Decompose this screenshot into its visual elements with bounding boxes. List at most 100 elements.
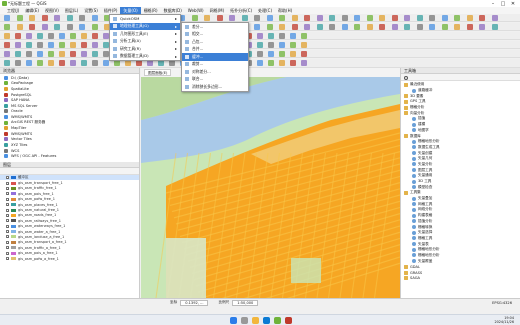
geoprocessing-item[interactable]: 裁剪... [182,61,248,69]
toolbar-tool-icon[interactable] [290,33,296,39]
toolbar-tool-icon[interactable] [379,24,385,30]
toolbar-tool-icon[interactable] [59,51,65,57]
toolbar-tool-icon[interactable] [416,24,423,30]
layer-visibility-checkbox[interactable]: ✓ [6,181,10,185]
toolbar-tool-icon[interactable] [379,15,385,21]
menu-9[interactable]: Web(W) [185,7,207,14]
toolbar-tool-icon[interactable] [81,51,87,57]
toolbar-tool-icon[interactable] [329,15,335,21]
menu-6[interactable]: 矢量(O) [120,7,141,14]
file-explorer-icon[interactable] [252,317,259,324]
toolbar-tool-icon[interactable] [266,24,273,30]
toolbar-tool-icon[interactable] [316,24,323,30]
toolbar-tool-icon[interactable] [291,15,298,21]
toolbar-tool-icon[interactable] [26,42,32,48]
menu-3[interactable]: 图层(L) [62,7,81,14]
close-button[interactable]: ✕ [508,0,518,7]
toolbar-tool-icon[interactable] [391,24,398,30]
toolbar-tool-icon[interactable] [15,51,21,57]
geoprocessing-item[interactable]: 合并... [182,46,248,54]
geoprocessing-item[interactable]: 相交... [182,31,248,39]
toolbar-tool-icon[interactable] [391,15,398,21]
layer-visibility-checkbox[interactable]: ✓ [6,257,10,261]
toolbar-tool-icon[interactable] [81,60,87,66]
geoprocessing-item[interactable]: 凸包... [182,38,248,46]
start-icon[interactable] [230,317,237,324]
toolbar-tool-icon[interactable] [466,24,473,30]
toolbar-tool-icon[interactable] [15,60,21,66]
toolbar-tool-icon[interactable] [257,42,263,48]
qgis-taskbar-icon[interactable] [274,317,281,324]
toolbar-tool-icon[interactable] [416,15,423,21]
toolbar-tool-icon[interactable] [479,24,485,30]
geoprocessing-item[interactable]: 联合... [182,76,248,84]
menu-7[interactable]: 栅格(R) [141,7,161,14]
toolbar-tool-icon[interactable] [466,15,473,21]
layer-visibility-checkbox[interactable]: ✓ [6,208,10,212]
toolbar-tool-icon[interactable] [290,60,296,66]
toolbar-tool-icon[interactable] [366,24,373,30]
toolbar-tool-icon[interactable] [37,33,43,39]
toolbar-tool-icon[interactable] [91,24,98,30]
toolbar-tool-icon[interactable] [4,51,10,57]
map-canvas[interactable] [141,68,400,298]
geoprocessing-item[interactable]: 缓冲... [182,53,248,61]
toolbar-tool-icon[interactable] [15,33,21,39]
edge-icon[interactable] [263,317,270,324]
tab-layer-panel[interactable]: 图层面板(E) [144,69,172,76]
toolbar-tool-icon[interactable] [4,60,10,66]
menu-0[interactable]: 工程(J) [4,7,22,14]
toolbar-tool-icon[interactable] [241,15,248,21]
menu-5[interactable]: 插件(P) [101,7,121,14]
toolbar-tool-icon[interactable] [191,15,198,21]
toolbar-tool-icon[interactable] [66,24,73,30]
toolbar-tool-icon[interactable] [4,24,10,30]
toolbar-tool-icon[interactable] [4,15,10,21]
toolbar-tool-icon[interactable] [91,15,98,21]
scale-value[interactable]: 1:50,000 [232,299,259,306]
layer-visibility-checkbox[interactable]: ✓ [6,246,10,250]
toolbar-tool-icon[interactable] [301,51,307,57]
toolbar-tool-icon[interactable] [268,33,274,39]
toolbar-tool-icon[interactable] [29,15,35,21]
toolbar-tool-icon[interactable] [441,15,448,21]
toolbar-tool-icon[interactable] [279,33,285,39]
toolbar-tool-icon[interactable] [92,60,98,66]
toolbar-tool-icon[interactable] [70,33,76,39]
browser-item[interactable]: WFS / OGC API - Features [0,153,139,159]
layer-row[interactable]: ✓ gis_osm_pofw_a_free_1 [0,256,139,261]
toolbar-tool-icon[interactable] [15,42,21,48]
layer-visibility-checkbox[interactable]: ✓ [6,213,10,217]
toolbar-tool-icon[interactable] [37,42,43,48]
menu-1[interactable]: 编辑(E) [22,7,42,14]
toolbar-tool-icon[interactable] [291,24,298,30]
toolbar-tool-icon[interactable] [429,24,435,30]
geoprocessing-item[interactable]: 消除狭长多边形... [182,83,248,91]
toolbar-tool-icon[interactable] [491,24,498,30]
vector-menu-item[interactable]: 地理处理工具(G) ▸ [110,22,180,30]
toolbar-tool-icon[interactable] [54,24,60,30]
toolbar-tool-icon[interactable] [54,15,60,21]
layer-visibility-checkbox[interactable]: ✓ [6,251,10,255]
toolbar-tool-icon[interactable] [429,15,435,21]
toolbar-tool-icon[interactable] [16,24,23,30]
vector-menu-item[interactable]: 几何图形工具(E) ▸ [110,30,180,38]
minimize-button[interactable]: – [488,0,498,7]
toolbar-tool-icon[interactable] [254,24,260,30]
toolbar-tool-icon[interactable] [279,42,285,48]
toolbar-tool-icon[interactable] [290,51,296,57]
toolbar-tool-icon[interactable] [37,60,43,66]
menu-4[interactable]: 设置(S) [81,7,101,14]
toolbar-tool-icon[interactable] [491,15,498,21]
vector-menu-item[interactable]: 数据管理工具(D) ▸ [110,53,180,61]
toolbar-tool-icon[interactable] [279,60,285,66]
toolbar-tool-icon[interactable] [81,42,87,48]
vector-menu-item[interactable]: 分析工具(A) ▸ [110,38,180,46]
toolbar-tool-icon[interactable] [404,15,410,21]
toolbar-tool-icon[interactable] [257,33,263,39]
maximize-button[interactable]: □ [498,0,508,7]
toolbar-tool-icon[interactable] [279,15,285,21]
toolbar-tool-icon[interactable] [354,15,360,21]
toolbar-tool-icon[interactable] [279,24,285,30]
toolbar-tool-icon[interactable] [79,15,85,21]
